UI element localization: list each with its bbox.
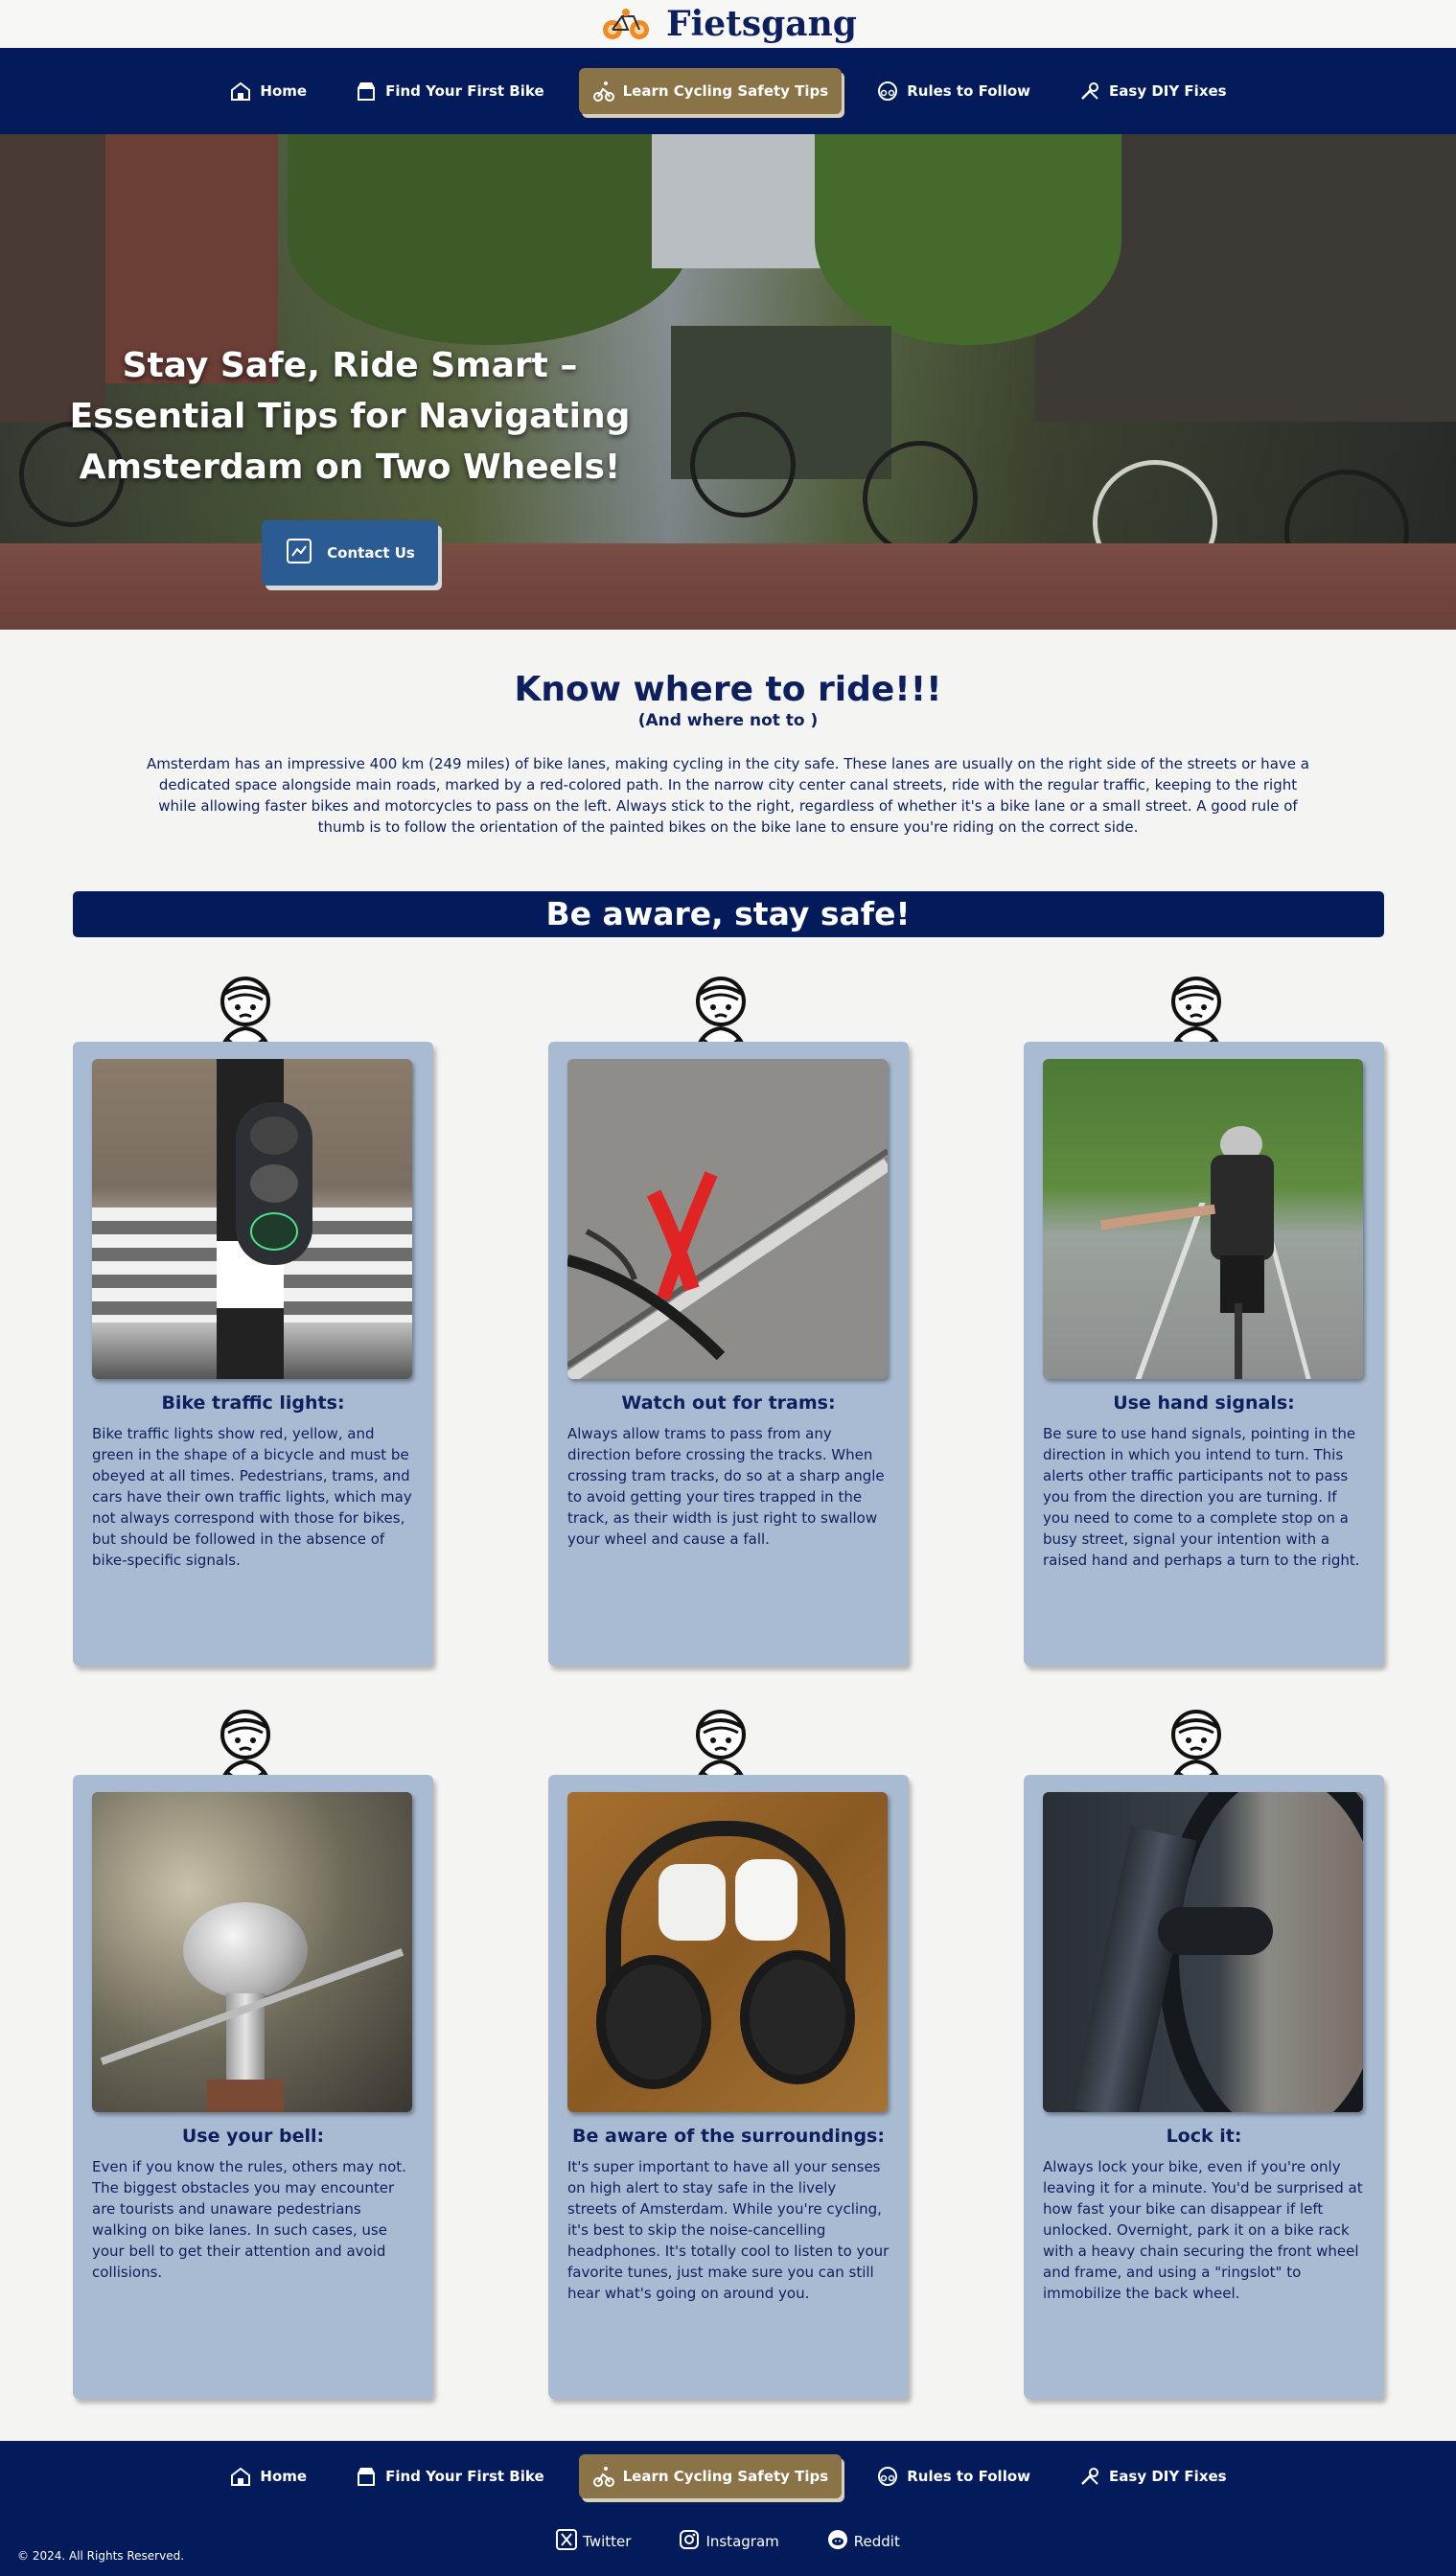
nav-label: Learn Cycling Safety Tips (622, 2468, 829, 2485)
intro-heading: Know where to ride!!! (514, 670, 942, 709)
social-label: Reddit (853, 2533, 900, 2550)
intro-subheading: (And where not to ) (637, 711, 819, 730)
footer-nav-item-home[interactable]: Home (216, 2454, 320, 2498)
nav-label: Easy DIY Fixes (1109, 2468, 1227, 2485)
hero-section: Stay Safe, Ride Smart – Essential Tips f… (0, 134, 1456, 630)
intro-section: Know where to ride!!! (And where not to … (0, 630, 1456, 937)
site-footer: Home Find Your First Bike Learn Cycling … (0, 2441, 1456, 2576)
cyclist-icon (592, 2465, 615, 2488)
hand-signal-cyclist-photo (1043, 1059, 1363, 1379)
social-link-reddit[interactable]: Reddit (827, 2529, 900, 2554)
social-label: Instagram (705, 2533, 779, 2550)
orange-bicycle-logo-icon[interactable] (599, 5, 653, 43)
nav-label: Home (260, 82, 308, 100)
bike-circle-icon (876, 2465, 899, 2488)
social-link-instagram[interactable]: Instagram (679, 2529, 779, 2554)
tip-card-text: Even if you know the rules, others may n… (92, 2158, 406, 2281)
hero-bike-wheel (863, 441, 978, 556)
tip-card-title: Bike traffic lights: (161, 1392, 345, 1414)
tip-card: Use hand signals: Be sure to use hand si… (1024, 1042, 1384, 1666)
main-nav: Home Find Your First Bike Learn Cycling … (0, 48, 1456, 134)
footer-nav-item-diy-fixes[interactable]: Easy DIY Fixes (1065, 2454, 1240, 2498)
hero-trees (815, 134, 1121, 345)
bike-traffic-light-photo (92, 1059, 412, 1379)
shop-icon (355, 2465, 378, 2488)
instagram-icon (679, 2529, 700, 2554)
tip-card-title: Use hand signals: (1113, 1392, 1295, 1414)
nav-label: Home (260, 2468, 308, 2485)
nav-item-home[interactable]: Home (216, 68, 320, 114)
house-icon (229, 2465, 252, 2488)
nav-label: Find Your First Bike (385, 82, 544, 100)
footer-nav-item-rules[interactable]: Rules to Follow (863, 2454, 1044, 2498)
reddit-icon (827, 2529, 848, 2554)
safety-banner: Be aware, stay safe! (72, 891, 1384, 937)
contact-icon (285, 537, 313, 569)
nav-label: Find Your First Bike (385, 2468, 544, 2485)
nav-label: Easy DIY Fixes (1109, 82, 1227, 100)
tip-card-wrapper: Use your bell: Even if you know the rule… (73, 1706, 433, 2439)
hero-bike-wheel (690, 412, 796, 518)
house-icon (229, 80, 252, 103)
brand-name[interactable]: Fietsgang (666, 4, 857, 44)
nav-label: Rules to Follow (907, 82, 1031, 100)
tools-icon (1078, 80, 1101, 103)
social-links: Twitter Instagram Reddit (0, 2529, 1456, 2554)
tip-card-wrapper: Be aware of the surroundings: It's super… (548, 1706, 909, 2439)
bike-lock-photo (1043, 1792, 1363, 2112)
tip-card-wrapper: Use hand signals: Be sure to use hand si… (1024, 973, 1384, 1706)
nav-item-find-bike[interactable]: Find Your First Bike (341, 68, 558, 114)
tip-card-text: Always allow trams to pass from any dire… (567, 1425, 885, 1548)
hero-trees (288, 134, 690, 345)
footer-nav: Home Find Your First Bike Learn Cycling … (0, 2441, 1456, 2498)
x-twitter-icon (556, 2529, 578, 2554)
tip-card-wrapper: Lock it: Always lock your bike, even if … (1024, 1706, 1384, 2439)
nav-item-safety-tips[interactable]: Learn Cycling Safety Tips (578, 68, 843, 114)
tip-cards-grid: Bike traffic lights: Bike traffic lights… (73, 973, 1384, 2439)
tip-card: Bike traffic lights: Bike traffic lights… (73, 1042, 433, 1666)
footer-nav-item-find-bike[interactable]: Find Your First Bike (341, 2454, 558, 2498)
tip-card-text: Be sure to use hand signals, pointing in… (1043, 1425, 1360, 1569)
tip-card-text: Bike traffic lights show red, yellow, an… (92, 1425, 412, 1569)
tip-card-wrapper: Watch out for trams: Always allow trams … (548, 973, 909, 1706)
shop-icon (355, 80, 378, 103)
intro-paragraph: Amsterdam has an impressive 400 km (249 … (147, 755, 1309, 836)
bike-circle-icon (876, 80, 899, 103)
contact-us-button[interactable]: Contact Us (262, 520, 438, 586)
hero-street (0, 543, 1456, 630)
contact-label: Contact Us (327, 544, 415, 562)
brand-header: Fietsgang (0, 0, 1456, 48)
footer-nav-item-safety-tips[interactable]: Learn Cycling Safety Tips (578, 2454, 843, 2498)
headphones-photo (567, 1792, 888, 2112)
tip-card-title: Watch out for trams: (621, 1392, 836, 1414)
copyright-text: © 2024. All Rights Reserved. (17, 2549, 185, 2563)
tip-card-text: It's super important to have all your se… (567, 2158, 890, 2302)
tip-card-title: Be aware of the surroundings: (572, 2126, 885, 2147)
tram-track-photo (567, 1059, 888, 1379)
tip-card: Watch out for trams: Always allow trams … (548, 1042, 909, 1666)
tools-icon (1078, 2465, 1101, 2488)
tip-card-wrapper: Bike traffic lights: Bike traffic lights… (73, 973, 433, 1706)
hero-title: Stay Safe, Ride Smart – Essential Tips f… (69, 346, 631, 487)
tip-card-title: Lock it: (1166, 2126, 1242, 2147)
social-link-twitter[interactable]: Twitter (556, 2529, 631, 2554)
tip-card: Be aware of the surroundings: It's super… (548, 1775, 909, 2399)
nav-label: Rules to Follow (907, 2468, 1031, 2485)
tip-card-title: Use your bell: (181, 2126, 325, 2147)
tip-card: Lock it: Always lock your bike, even if … (1024, 1775, 1384, 2399)
nav-item-rules[interactable]: Rules to Follow (863, 68, 1044, 114)
cyclist-icon (592, 80, 615, 103)
nav-item-diy-fixes[interactable]: Easy DIY Fixes (1065, 68, 1240, 114)
social-label: Twitter (583, 2533, 632, 2550)
tip-card-text: Always lock your bike, even if you're on… (1043, 2158, 1363, 2302)
nav-label: Learn Cycling Safety Tips (622, 82, 829, 100)
tip-card: Use your bell: Even if you know the rule… (73, 1775, 433, 2399)
bike-bell-photo (92, 1792, 412, 2112)
